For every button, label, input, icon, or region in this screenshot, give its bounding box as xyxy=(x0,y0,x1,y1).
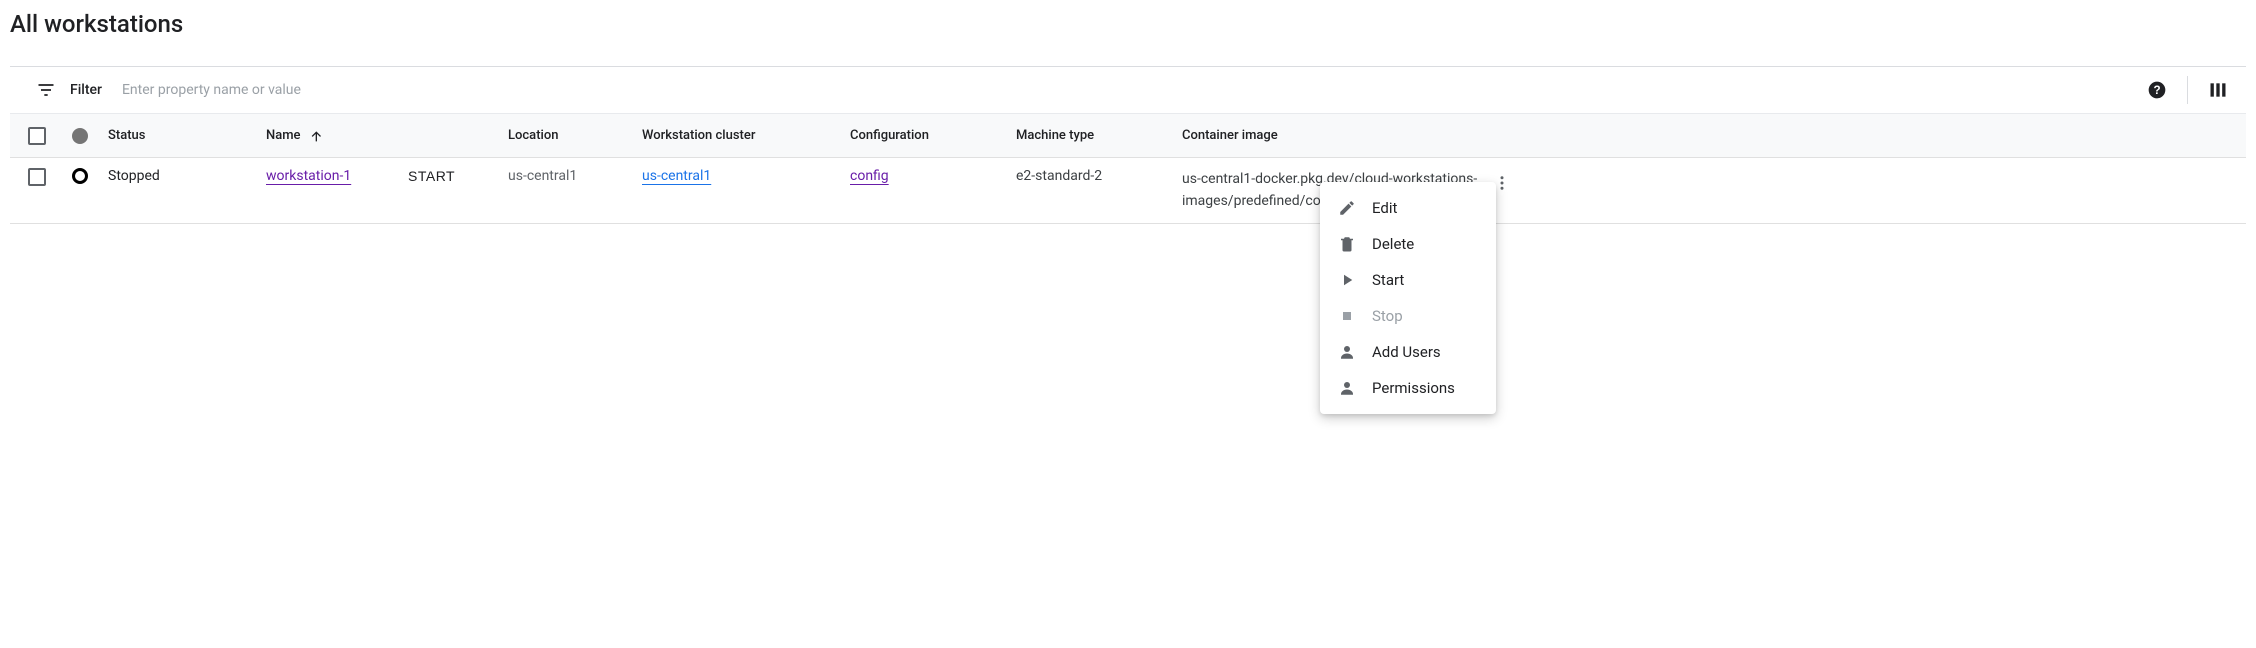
help-icon: ? xyxy=(2147,80,2167,100)
row-status: Stopped xyxy=(108,168,266,184)
cluster-link[interactable]: us-central1 xyxy=(642,168,711,184)
vertical-divider xyxy=(2187,76,2188,104)
menu-item-delete[interactable]: Delete xyxy=(1320,226,1496,262)
col-header-cluster[interactable]: Workstation cluster xyxy=(642,128,850,143)
pencil-icon xyxy=(1338,199,1356,217)
col-header-machine-type[interactable]: Machine type xyxy=(1016,128,1182,143)
person-icon xyxy=(1338,379,1356,397)
row-machine-type: e2-standard-2 xyxy=(1016,168,1182,184)
menu-item-label: Stop xyxy=(1372,307,1403,325)
status-indicator-stopped xyxy=(72,168,88,184)
help-button[interactable]: ? xyxy=(2141,74,2173,106)
start-button[interactable]: START xyxy=(408,168,455,184)
status-indicator-header xyxy=(72,128,88,144)
filter-label: Filter xyxy=(70,82,102,98)
col-header-status[interactable]: Status xyxy=(108,128,266,143)
row-checkbox[interactable] xyxy=(28,168,46,186)
col-header-name[interactable]: Name xyxy=(266,128,408,144)
menu-item-permissions[interactable]: Permissions xyxy=(1320,370,1496,406)
page-title: All workstations xyxy=(10,10,2246,38)
svg-text:?: ? xyxy=(2153,84,2160,97)
col-header-name-label: Name xyxy=(266,128,301,143)
play-icon xyxy=(1338,271,1356,289)
menu-item-start[interactable]: Start xyxy=(1320,262,1496,298)
row-actions-menu: Edit Delete Start Stop Add Users Permiss… xyxy=(1320,182,1496,414)
workstations-table: Status Name Location Workstation cluster… xyxy=(10,114,2246,224)
person-icon xyxy=(1338,343,1356,361)
table-row: Stopped workstation-1 START us-central1 … xyxy=(10,158,2246,224)
filter-input[interactable] xyxy=(120,81,520,99)
col-header-location[interactable]: Location xyxy=(508,128,642,143)
filter-icon xyxy=(30,74,62,106)
config-link[interactable]: config xyxy=(850,168,889,184)
select-all-checkbox[interactable] xyxy=(28,127,46,145)
col-header-config[interactable]: Configuration xyxy=(850,128,1016,143)
row-location: us-central1 xyxy=(508,168,642,184)
menu-item-label: Permissions xyxy=(1372,379,1455,397)
menu-item-add-users[interactable]: Add Users xyxy=(1320,334,1496,370)
menu-item-label: Delete xyxy=(1372,235,1414,253)
workstation-name-link[interactable]: workstation-1 xyxy=(266,168,351,184)
menu-item-stop: Stop xyxy=(1320,298,1496,334)
menu-item-label: Edit xyxy=(1372,199,1397,217)
columns-icon xyxy=(2208,80,2228,100)
stop-icon xyxy=(1338,308,1356,324)
trash-icon xyxy=(1338,235,1356,253)
table-header: Status Name Location Workstation cluster… xyxy=(10,114,2246,158)
filter-bar: Filter ? xyxy=(10,66,2246,114)
menu-item-edit[interactable]: Edit xyxy=(1320,190,1496,226)
col-header-container-image[interactable]: Container image xyxy=(1182,128,1480,143)
column-settings-button[interactable] xyxy=(2202,74,2234,106)
menu-item-label: Add Users xyxy=(1372,343,1441,361)
menu-item-label: Start xyxy=(1372,271,1404,289)
sort-asc-icon xyxy=(309,128,325,144)
